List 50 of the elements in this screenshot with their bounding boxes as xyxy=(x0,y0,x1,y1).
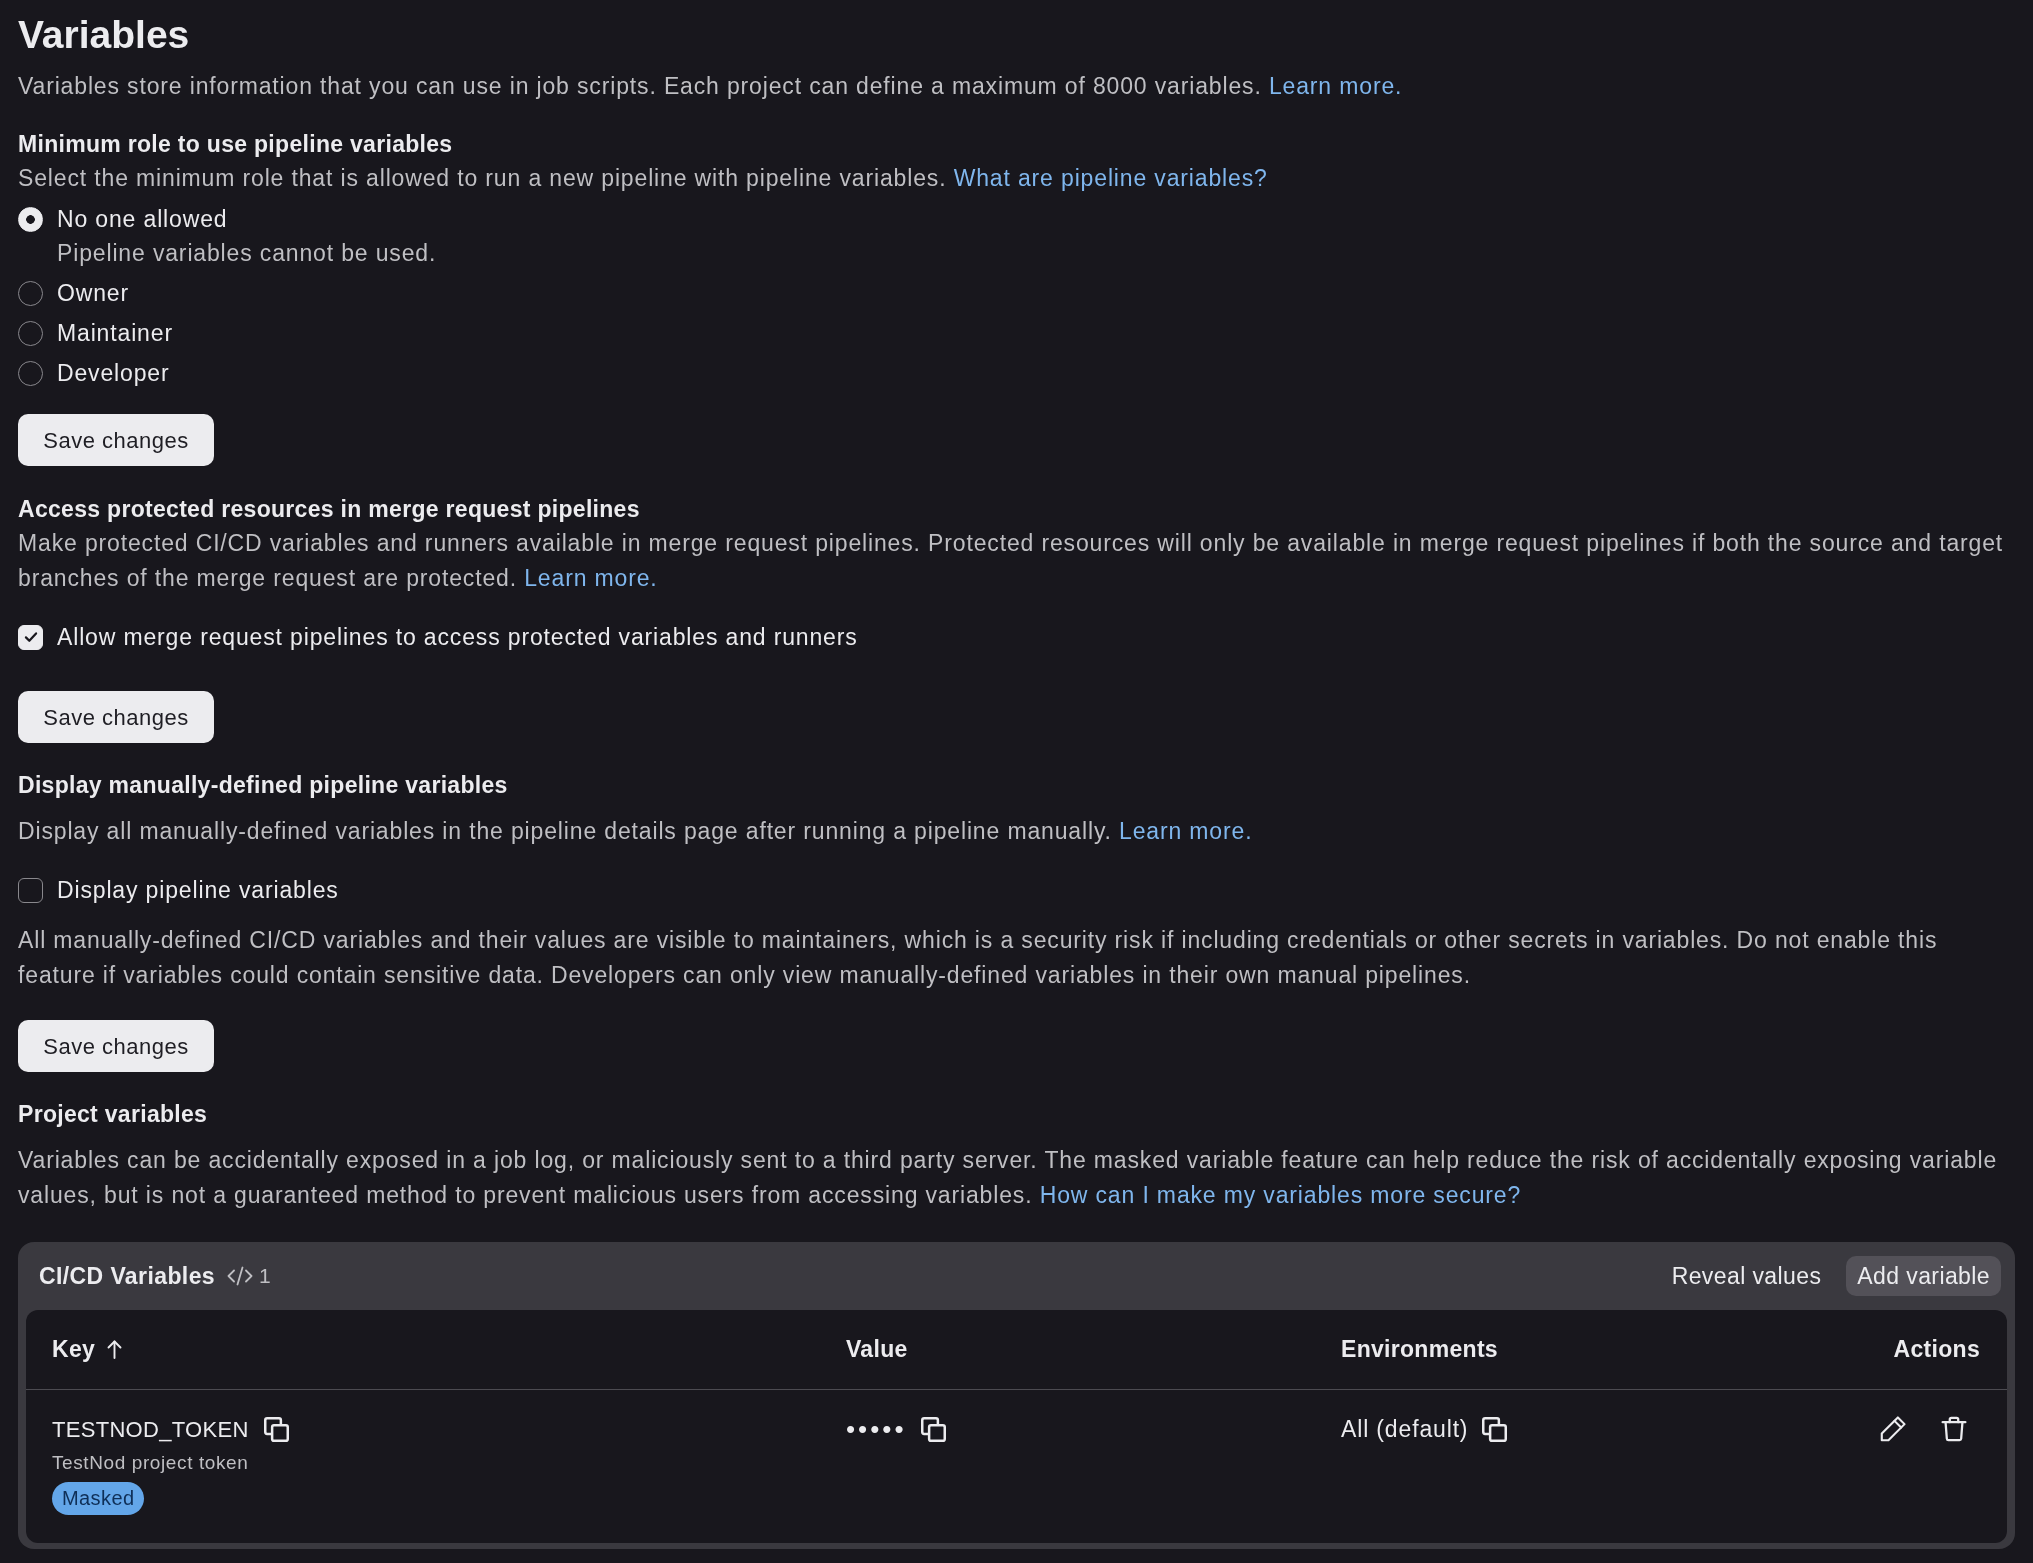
masked-value: ••••• xyxy=(846,1412,907,1446)
add-variable-button[interactable]: Add variable xyxy=(1846,1256,2001,1296)
reveal-values-button[interactable]: Reveal values xyxy=(1660,1256,1833,1296)
description-text: Variables store information that you can use in job scripts. Each project can define a maximum of 8000 variables. Learn more. xyxy=(18,72,1404,101)
radio-button[interactable] xyxy=(18,280,43,306)
section-heading: Project variables xyxy=(18,1100,209,1129)
save-button[interactable]: Save changes xyxy=(18,414,214,466)
save-button[interactable]: Save changes xyxy=(18,1020,214,1072)
radio-label: No one allowed xyxy=(57,205,228,234)
learn-more-link[interactable]: How can I make my variables more secure? xyxy=(1039,1182,1522,1208)
column-header: Environments xyxy=(1341,1335,1498,1365)
note-text: All manually-defined CI/CD variables and their values are visible to maintainers, which is a security risk if including credentials or other secrets in variables. Do not enable this feature if variables could contain sensitive data. Developers can only view manually-defined variables in their own manual pipelines. xyxy=(18,926,1939,990)
trash-icon[interactable] xyxy=(1941,1416,1967,1442)
help-text: Pipeline variables cannot be used. xyxy=(57,239,438,268)
copy-icon[interactable] xyxy=(263,1416,289,1442)
description-text: Display all manually-defined variables in the pipeline details page after running a pipeline manually. Learn more. xyxy=(18,817,1254,846)
section-heading: Access protected resources in merge request pipelines xyxy=(18,495,641,524)
variable-count: 1 xyxy=(259,1263,272,1290)
column-header: Actions xyxy=(1893,1335,1980,1365)
masked-badge: Masked xyxy=(52,1482,145,1515)
learn-more-link[interactable]: Learn more. xyxy=(1268,73,1403,99)
description-text: Make protected CI/CD variables and runners available in merge request pipelines. Protected resources will only be available in merge request pipelines if both the source and target branches of the merge request are protected. Learn more. xyxy=(18,529,2005,593)
learn-more-link[interactable]: What are pipeline variables? xyxy=(953,165,1268,191)
radio-button[interactable] xyxy=(18,360,43,386)
radio-label: Developer xyxy=(57,359,170,388)
environment-text: All (default) xyxy=(1341,1414,1469,1444)
code-icon xyxy=(227,1266,254,1286)
copy-icon[interactable] xyxy=(1482,1416,1508,1442)
section-heading: Display manually-defined pipeline variables xyxy=(18,771,509,800)
save-button[interactable]: Save changes xyxy=(18,691,214,743)
description-text: Select the minimum role that is allowed to run a new pipeline with pipeline variables. What are pipeline variables? xyxy=(18,164,1269,193)
checkbox-label: Display pipeline variables xyxy=(57,876,339,905)
card-title: CI/CD Variables xyxy=(39,1261,216,1291)
learn-more-link[interactable]: Learn more. xyxy=(1119,818,1253,844)
page-title: Variables xyxy=(18,12,191,58)
copy-icon[interactable] xyxy=(920,1416,946,1442)
section-heading: Minimum role to use pipeline variables xyxy=(18,130,454,159)
variable-key: TESTNOD_TOKEN xyxy=(52,1412,249,1446)
radio-label: Maintainer xyxy=(57,319,173,348)
description-text: Variables can be accidentally exposed in a job log, or maliciously sent to a third party server. The masked variable feature can help reduce the risk of accidentally exposing variable values, but is not a guaranteed method to prevent malicious users from accessing variables. How can I make my variables more secure? xyxy=(18,1146,1999,1210)
column-header[interactable]: Key xyxy=(52,1332,96,1367)
radio-button[interactable] xyxy=(18,320,43,346)
radio-label: Owner xyxy=(57,279,129,308)
learn-more-link[interactable]: Learn more. xyxy=(524,565,658,591)
checkbox[interactable] xyxy=(18,877,43,903)
pencil-icon[interactable] xyxy=(1880,1416,1906,1442)
checkbox-label: Allow merge request pipelines to access protected variables and runners xyxy=(57,623,858,652)
column-header: Value xyxy=(846,1335,908,1365)
variable-description: TestNod project token xyxy=(52,1451,249,1475)
arrow-up-icon[interactable] xyxy=(107,1340,123,1359)
